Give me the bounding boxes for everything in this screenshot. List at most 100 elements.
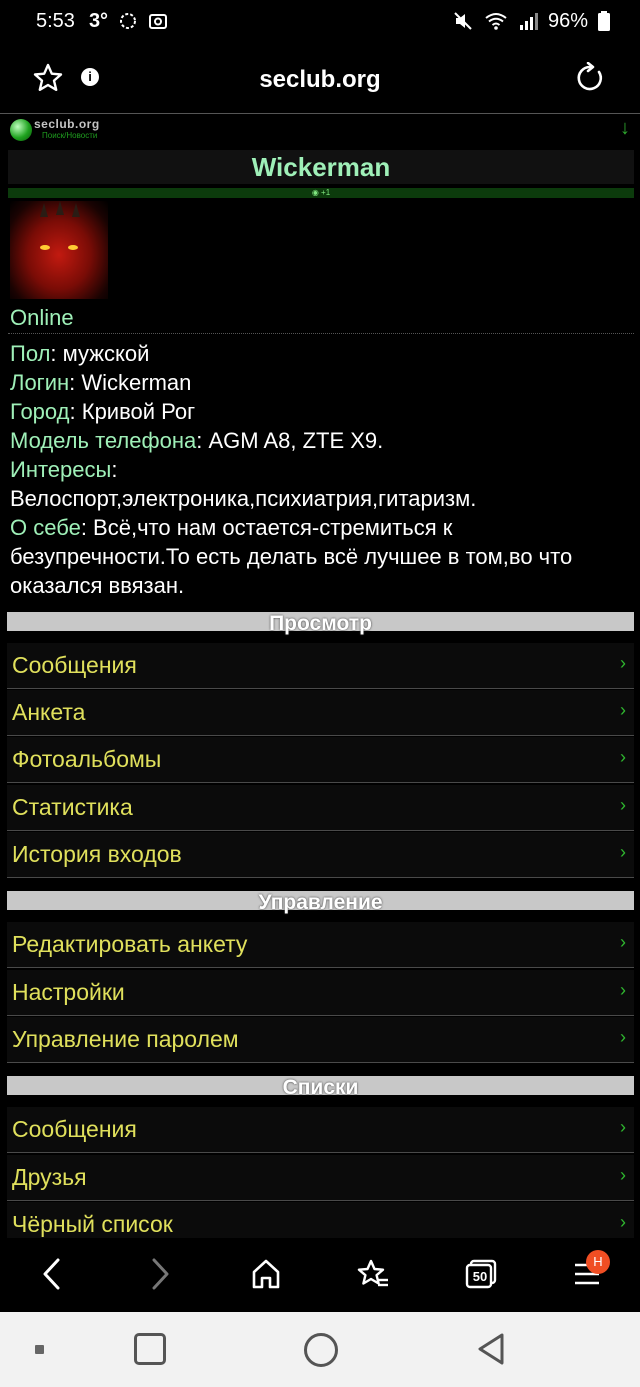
- status-time: 5:53: [36, 9, 75, 32]
- field-key: О себе: [10, 515, 81, 540]
- nfc-icon: [118, 11, 138, 31]
- screenshot-icon: [148, 11, 168, 31]
- section-header-manage: Управление: [7, 891, 634, 914]
- recents-icon[interactable]: [134, 1333, 166, 1365]
- profile-name-bar: Wickerman: [8, 150, 634, 184]
- chevron-right-icon: ›: [620, 1027, 626, 1047]
- forward-icon[interactable]: [146, 1256, 174, 1297]
- nav-hide-icon[interactable]: [35, 1345, 44, 1354]
- chevron-right-icon: ›: [620, 932, 626, 952]
- menu-item-password[interactable]: Управление паролем ›: [7, 1017, 634, 1063]
- profile-field: Модель телефона: AGM A8, ZTE X9.: [10, 428, 384, 453]
- site-logo-subtext: Поиск/Новости: [42, 131, 98, 140]
- field-key: Город: [10, 399, 70, 424]
- profile-field: Пол: мужской: [10, 341, 150, 366]
- field-value: Велоспорт,электроника,психиатрия,гитариз…: [10, 486, 477, 511]
- reload-icon[interactable]: [574, 61, 606, 99]
- bookmarks-icon[interactable]: [356, 1256, 390, 1297]
- wifi-icon: [484, 11, 508, 31]
- chevron-right-icon: ›: [620, 700, 626, 720]
- scroll-down-arrow-icon[interactable]: ↓: [620, 117, 630, 140]
- field-value: Всё,что нам остается-стремиться к безупр…: [10, 515, 573, 598]
- avatar-eye: [40, 245, 50, 250]
- field-key: Логин: [10, 370, 70, 395]
- system-back-icon[interactable]: [476, 1332, 506, 1371]
- menu-item-friends[interactable]: Друзья ›: [7, 1155, 634, 1201]
- avatar[interactable]: [10, 201, 108, 299]
- menu-item-label: Редактировать анкету: [12, 931, 248, 957]
- menu-item-settings[interactable]: Настройки ›: [7, 970, 634, 1016]
- signal-icon: [518, 11, 538, 31]
- chevron-right-icon: ›: [620, 1117, 626, 1137]
- browser-address-bar: i seclub.org: [0, 42, 640, 114]
- profile-field: Город: Кривой Рог: [10, 399, 196, 424]
- field-key: Модель телефона: [10, 428, 197, 453]
- tabs-count: 50: [472, 1269, 488, 1284]
- section-header-view: Просмотр: [7, 612, 634, 635]
- eye-icon: ◉: [311, 188, 319, 197]
- system-home-icon[interactable]: [304, 1333, 338, 1367]
- menu-item-label: Анкета: [12, 699, 86, 725]
- profile-field: Интересы: Велоспорт,электроника,психиатри…: [10, 457, 477, 511]
- rating-value: +1: [321, 188, 331, 197]
- rating-bar[interactable]: ◉ +1: [8, 188, 634, 198]
- profile-field: О себе: Всё,что нам остается-стремиться …: [10, 515, 573, 598]
- profile-info: Пол: мужской Логин: Wickerman Город: Кри…: [10, 339, 630, 600]
- chevron-right-icon: ›: [620, 747, 626, 767]
- menu-item-label: Фотоальбомы: [12, 746, 162, 772]
- battery-icon: [598, 11, 610, 31]
- menu-item-label: Сообщения: [12, 652, 137, 678]
- back-icon[interactable]: [38, 1256, 66, 1297]
- profile-field: Логин: Wickerman: [10, 370, 192, 395]
- field-key: Пол: [10, 341, 51, 366]
- section-header-lists: Списки: [7, 1076, 634, 1099]
- field-value: мужской: [62, 341, 150, 366]
- menu-notification-badge: H: [586, 1250, 610, 1274]
- site-logo-icon[interactable]: [10, 119, 32, 141]
- menu-item-label: Управление паролем: [12, 1026, 239, 1052]
- avatar-horn: [72, 203, 80, 217]
- menu-item-list-messages[interactable]: Сообщения ›: [7, 1107, 634, 1153]
- site-header: seclub.org Поиск/Новости ↓: [8, 115, 632, 145]
- home-icon[interactable]: [250, 1256, 282, 1297]
- browser-bottom-nav: 50: [0, 1238, 640, 1312]
- avatar-horn: [40, 203, 48, 217]
- menu-item-messages[interactable]: Сообщения ›: [7, 643, 634, 689]
- menu-item-blacklist[interactable]: Чёрный список ›: [7, 1202, 634, 1238]
- section-title: Управление: [258, 891, 383, 914]
- field-key: Интересы: [10, 457, 112, 482]
- menu-item-login-history[interactable]: История входов ›: [7, 832, 634, 878]
- temperature-indicator: 3°: [88, 9, 109, 32]
- web-page: seclub.org Поиск/Новости ↓ Wickerman ◉ +…: [0, 115, 640, 1238]
- menu-item-profile[interactable]: Анкета ›: [7, 690, 634, 736]
- online-status: Online: [10, 305, 74, 330]
- section-title: Просмотр: [269, 612, 372, 635]
- menu-item-statistics[interactable]: Статистика ›: [7, 785, 634, 831]
- menu-item-label: Сообщения: [12, 1116, 137, 1142]
- avatar-eye: [68, 245, 78, 250]
- menu-item-label: Настройки: [12, 979, 125, 1005]
- field-value: AGM A8, ZTE X9.: [208, 428, 384, 453]
- battery-percent: 96%: [547, 9, 588, 32]
- field-value: Кривой Рог: [81, 399, 196, 424]
- field-value: Wickerman: [81, 370, 192, 395]
- menu-item-label: Статистика: [12, 794, 133, 820]
- chevron-right-icon: ›: [620, 842, 626, 862]
- system-nav-bar: [0, 1312, 640, 1387]
- menu-item-label: История входов: [12, 841, 182, 867]
- status-bar: 5:53 3° 96%: [0, 0, 640, 42]
- menu-item-photoalbums[interactable]: Фотоальбомы ›: [7, 737, 634, 783]
- chevron-right-icon: ›: [620, 653, 626, 673]
- mute-icon: [452, 10, 474, 32]
- chevron-right-icon: ›: [620, 795, 626, 815]
- chevron-right-icon: ›: [620, 980, 626, 1000]
- profile-name: Wickerman: [251, 151, 391, 182]
- chevron-right-icon: ›: [620, 1212, 626, 1232]
- url-text[interactable]: seclub.org: [0, 66, 640, 94]
- site-logo-text[interactable]: seclub.org: [34, 117, 100, 131]
- menu-item-label: Друзья: [12, 1164, 87, 1190]
- menu-item-label: Чёрный список: [12, 1211, 173, 1237]
- tabs-icon[interactable]: 50: [464, 1256, 498, 1297]
- divider: [8, 333, 634, 334]
- menu-item-edit-profile[interactable]: Редактировать анкету ›: [7, 922, 634, 968]
